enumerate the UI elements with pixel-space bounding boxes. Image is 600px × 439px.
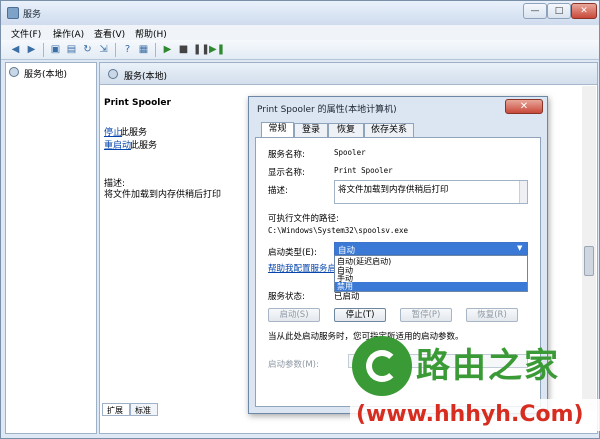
menu-action[interactable]: 操作(A) [53,27,84,40]
startup-type-label: 启动类型(E): [268,248,317,258]
scrollbar-thumb[interactable] [584,246,594,276]
properties-icon[interactable]: ▤ [65,44,78,56]
startup-type-dropdown: 自动(延迟启动) 自动 手动 禁用 [334,255,528,292]
start-icon[interactable]: ▶ [161,44,174,56]
tree-item-services-local[interactable]: 服务(本地) [24,67,67,80]
dialog-title: Print Spooler 的属性(本地计算机) [257,105,397,115]
window-title: 服务 [23,10,42,20]
service-status-label: 服务状态: [268,292,305,302]
toolbar-separator [43,43,44,57]
tab-logon[interactable]: 登录 [294,123,328,137]
tab-general[interactable]: 常规 [261,122,294,137]
display-name-label: 显示名称: [268,168,305,178]
tab-recovery[interactable]: 恢复 [328,123,364,137]
console-tree: 服务(本地) [5,62,97,434]
description-text: 将文件加载到内存供稍后打印 [104,190,222,200]
resume-button[interactable]: 恢复(R) [466,308,518,322]
services-node-icon [108,69,118,79]
menu-file[interactable]: 文件(F) [11,27,41,40]
dialog-close-button[interactable]: ✕ [505,99,543,114]
pause-button[interactable]: 暂停(P) [400,308,452,322]
watermark-url: (www.hhhyh.Com) [356,402,584,427]
menu-help[interactable]: 帮助(H) [135,27,167,40]
maximize-button[interactable]: □ [547,3,571,19]
restart-service-suffix: 此服务 [130,141,158,151]
restart-service-link[interactable]: 重启动 [104,138,131,151]
restart-icon[interactable]: ▶❚ [209,44,225,56]
start-parameters-label: 启动参数(M): [268,360,319,370]
forward-icon[interactable]: ▶ [25,44,38,56]
pause-icon[interactable]: ❚❚ [193,44,210,56]
pane-header-title: 服务(本地) [124,72,168,82]
dialog-description-text: 将文件加载到内存供稍后打印 [338,185,449,195]
startup-option-disabled[interactable]: 禁用 [335,282,527,291]
start-button[interactable]: 启动(S) [268,308,320,322]
executable-path-value: C:\Windows\System32\spoolsv.exe [268,226,408,235]
toolbar: ◀ ▶ ▣ ▤ ↻ ⇲ ? ▦ ▶ ■ ❚❚ ▶❚ [1,40,599,60]
pane-header: 服务(本地) [100,63,597,85]
console-tree-icon[interactable]: ▣ [49,44,62,56]
dialog-description-box: 将文件加载到内存供稍后打印 [334,180,528,204]
stop-icon[interactable]: ■ [177,44,190,56]
tab-standard[interactable]: 标准 [130,403,158,416]
service-name-label: 服务名称: [268,150,305,160]
toolbar-separator [115,43,116,57]
refresh-icon[interactable]: ↻ [81,44,94,56]
executable-path-label: 可执行文件的路径: [268,214,339,224]
watermark-brand: 路由之家 [416,346,560,386]
minimize-button[interactable]: — [523,3,547,19]
menu-bar: 文件(F) 操作(A) 查看(V) 帮助(H) [1,25,599,40]
description-scrollbar[interactable] [519,181,527,203]
toolbar-separator [155,43,156,57]
title-bar: 服务 — □ ✕ [1,1,599,25]
menu-view[interactable]: 查看(V) [94,27,125,40]
watermark-logo-icon [352,336,412,396]
service-name-value: Spooler [334,148,366,157]
chevron-down-icon[interactable]: ▼ [517,244,522,252]
vertical-scrollbar[interactable] [582,86,596,411]
stop-button[interactable]: 停止(T) [334,308,386,322]
export-icon[interactable]: ⇲ [97,44,110,56]
tab-extended[interactable]: 扩展 [102,403,130,416]
help-icon[interactable]: ? [121,44,134,56]
tab-dependencies[interactable]: 依存关系 [364,123,414,137]
services-node-icon [9,67,19,77]
startup-option-auto-delayed[interactable]: 自动(延迟启动) [335,257,527,266]
dialog-description-label: 描述: [268,186,288,196]
services-app-icon [7,7,19,19]
service-detail-title: Print Spooler [104,98,171,108]
stop-service-suffix: 此服务 [120,128,148,138]
watermark-logo-mark [366,350,398,382]
startup-type-select[interactable]: 自动 ▼ [334,242,528,256]
show-hide-icon[interactable]: ▦ [137,44,150,56]
display-name-value: Print Spooler [334,166,393,175]
close-button[interactable]: ✕ [571,3,597,19]
back-icon[interactable]: ◀ [9,44,22,56]
